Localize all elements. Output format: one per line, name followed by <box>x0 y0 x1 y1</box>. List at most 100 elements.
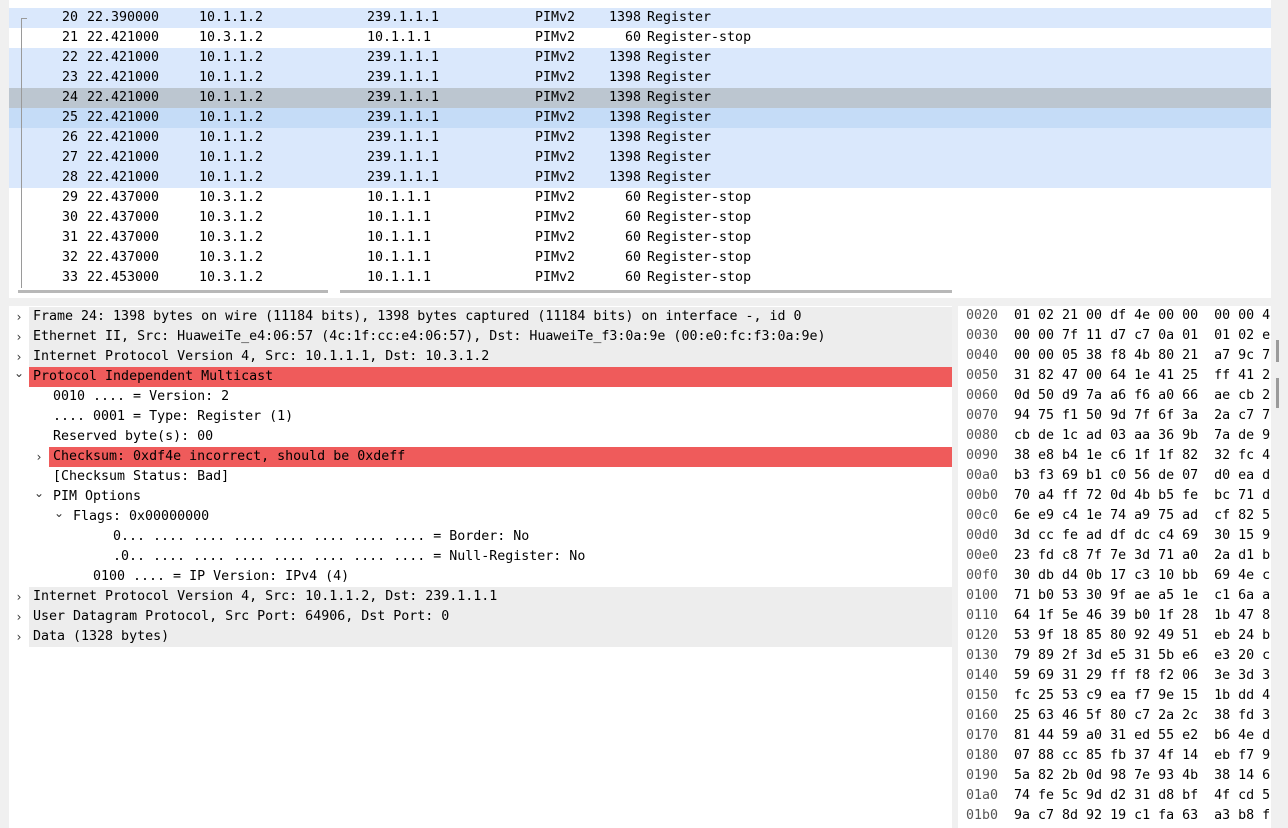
detail-row[interactable]: › Frame 24: 1398 bytes on wire (11184 bit… <box>17 307 952 327</box>
packet-row[interactable]: 22 22.421000 10.1.1.2 239.1.1.1 PIMv2 1398 Reg… <box>9 48 1271 68</box>
packet-cell-dst: 239.1.1.1 <box>367 130 440 145</box>
bytes-row[interactable]: 0030 00 00 7f 11 d7 c7 0a 01 01 02 e <box>958 326 1271 346</box>
chevron-right-icon[interactable]: › <box>33 447 45 467</box>
packet-cell-src: 10.3.1.2 <box>199 30 264 45</box>
bytes-hex: 25 63 46 5f 80 c7 2a 2c 38 fd 3 <box>1014 708 1271 723</box>
detail-row[interactable]: .... 0001 = Type: Register (1) <box>9 407 952 427</box>
bytes-row[interactable]: 0090 38 e8 b4 1e c6 1f 1f 82 32 fc 4 <box>958 446 1271 466</box>
packet-row[interactable]: 33 22.453000 10.3.1.2 10.1.1.1 PIMv2 60 Regist… <box>9 268 1271 288</box>
bytes-row[interactable]: 0170 81 44 59 a0 31 ed 55 e2 b6 4e d <box>958 726 1271 746</box>
packet-bytes-scrollbar[interactable] <box>1271 306 1288 828</box>
bytes-row[interactable]: 0140 59 69 31 29 ff f8 f2 06 3e 3d 3 <box>958 666 1271 686</box>
chevron-right-icon[interactable]: › <box>13 607 25 627</box>
chevron-right-icon[interactable]: › <box>13 347 25 367</box>
packet-cell-len: 60 <box>624 210 641 225</box>
chevron-right-icon[interactable]: › <box>13 307 25 327</box>
bytes-hex: 01 02 21 00 df 4e 00 00 00 00 4 <box>1014 308 1271 323</box>
detail-row[interactable]: Reserved byte(s): 00 <box>9 427 952 447</box>
bytes-row[interactable]: 0180 07 88 cc 85 fb 37 4f 14 eb f7 9 <box>958 746 1271 766</box>
detail-row-label: Frame 24: 1398 bytes on wire (11184 bits… <box>33 309 802 324</box>
bytes-offset: 00e0 <box>966 548 999 563</box>
packet-row[interactable]: 24 22.421000 10.1.1.2 239.1.1.1 PIMv2 1398 Reg… <box>9 88 1271 108</box>
bytes-row[interactable]: 0070 94 75 f1 50 9d 7f 6f 3a 2a c7 7 <box>958 406 1271 426</box>
chevron-right-icon[interactable]: › <box>13 627 25 647</box>
packet-cell-time: 22.421000 <box>87 170 160 185</box>
bytes-row[interactable]: 0020 01 02 21 00 df 4e 00 00 00 00 4 <box>958 306 1271 326</box>
pane-splitter[interactable] <box>0 298 1288 306</box>
packet-bytes-pane[interactable]: 0020 01 02 21 00 df 4e 00 00 00 00 4 0030 0… <box>958 306 1271 828</box>
bytes-row[interactable]: 0040 00 00 05 38 f8 4b 80 21 a7 9c 7 <box>958 346 1271 366</box>
bytes-row[interactable]: 00a0 b3 f3 69 b1 c0 56 de 07 d0 ea d <box>958 466 1271 486</box>
bytes-row[interactable]: 0150 fc 25 53 c9 ea f7 9e 15 1b dd 4 <box>958 686 1271 706</box>
detail-row-label: 0... .... .... .... .... .... .... .... … <box>113 529 530 544</box>
packet-row[interactable]: 21 22.421000 10.3.1.2 10.1.1.1 PIMv2 60 Regist… <box>9 28 1271 48</box>
bytes-row[interactable]: 0130 79 89 2f 3d e5 31 5b e6 e3 20 c <box>958 646 1271 666</box>
detail-row[interactable]: › User Datagram Protocol, Src Port: 64906… <box>17 607 952 627</box>
bytes-row[interactable]: 0100 71 b0 53 30 9f ae a5 1e c1 6a a <box>958 586 1271 606</box>
detail-row[interactable]: 0... .... .... .... .... .... .... .... … <box>9 527 952 547</box>
bytes-offset: 00f0 <box>966 568 999 583</box>
bytes-row[interactable]: 0050 31 82 47 00 64 1e 41 25 ff 41 2 <box>958 366 1271 386</box>
chevron-down-icon[interactable]: ⌄ <box>53 507 65 527</box>
packet-list-scrollbar[interactable] <box>1271 0 1288 298</box>
chevron-right-icon[interactable]: › <box>13 587 25 607</box>
packet-row[interactable]: 27 22.421000 10.1.1.2 239.1.1.1 PIMv2 1398 Reg… <box>9 148 1271 168</box>
chevron-right-icon[interactable]: › <box>13 327 25 347</box>
packet-cell-proto: PIMv2 <box>535 90 576 105</box>
bytes-row[interactable]: 0060 0d 50 d9 7a a6 f6 a0 66 ae cb 2 <box>958 386 1271 406</box>
packet-cell-src: 10.1.1.2 <box>199 130 264 145</box>
packet-list-pane[interactable]: 20 22.390000 10.1.1.2 239.1.1.1 PIMv2 1398 Reg… <box>0 0 1288 298</box>
detail-row-label: .0.. .... .... .... .... .... .... .... … <box>113 549 586 564</box>
detail-row-label: Data (1328 bytes) <box>33 629 170 644</box>
packet-list-hscroll-thumb[interactable] <box>18 290 328 293</box>
bytes-row[interactable]: 01b0 9a c7 8d 92 19 c1 fa 63 a3 b8 f <box>958 806 1271 826</box>
bytes-row[interactable]: 0080 cb de 1c ad 03 aa 36 9b 7a de 9 <box>958 426 1271 446</box>
bytes-row[interactable]: 0110 64 1f 5e 46 39 b0 1f 28 1b 47 8 <box>958 606 1271 626</box>
bytes-row[interactable]: 0120 53 9f 18 85 80 92 49 51 eb 24 b <box>958 626 1271 646</box>
detail-row[interactable]: › Internet Protocol Version 4, Src: 10.1.… <box>17 347 952 367</box>
bytes-row[interactable]: 00c0 6e e9 c4 1e 74 a9 75 ad cf 82 5 <box>958 506 1271 526</box>
detail-row[interactable]: 0010 .... = Version: 2 <box>9 387 952 407</box>
detail-row[interactable]: .0.. .... .... .... .... .... .... .... … <box>9 547 952 567</box>
bytes-row[interactable]: 0190 5a 82 2b 0d 98 7e 93 4b 38 14 6 <box>958 766 1271 786</box>
bytes-row[interactable]: 0160 25 63 46 5f 80 c7 2a 2c 38 fd 3 <box>958 706 1271 726</box>
packet-list-hscroll-track[interactable] <box>340 290 952 293</box>
bytes-offset: 0080 <box>966 428 999 443</box>
bytes-offset: 0120 <box>966 628 999 643</box>
packet-row[interactable]: 20 22.390000 10.1.1.2 239.1.1.1 PIMv2 1398 Reg… <box>9 8 1271 28</box>
bytes-row[interactable]: 00f0 30 db d4 0b 17 c3 10 bb 69 4e c <box>958 566 1271 586</box>
detail-row[interactable]: › Ethernet II, Src: HuaweiTe_e4:06:57 (4c… <box>17 327 952 347</box>
packet-row[interactable]: 23 22.421000 10.1.1.2 239.1.1.1 PIMv2 1398 Reg… <box>9 68 1271 88</box>
detail-row[interactable]: [Checksum Status: Bad] <box>9 467 952 487</box>
packet-row[interactable]: 32 22.437000 10.3.1.2 10.1.1.1 PIMv2 60 Regist… <box>9 248 1271 268</box>
detail-row[interactable]: ⌄ Flags: 0x00000000 <box>9 507 952 527</box>
bytes-row[interactable]: 00b0 70 a4 ff 72 0d 4b b5 fe bc 71 d <box>958 486 1271 506</box>
packet-row[interactable]: 25 22.421000 10.1.1.2 239.1.1.1 PIMv2 1398 Reg… <box>9 108 1271 128</box>
packet-cell-dst: 239.1.1.1 <box>367 50 440 65</box>
detail-row[interactable]: › Internet Protocol Version 4, Src: 10.1.… <box>17 587 952 607</box>
packet-details-pane[interactable]: › Frame 24: 1398 bytes on wire (11184 bit… <box>9 306 952 828</box>
chevron-down-icon[interactable]: ⌄ <box>13 367 25 387</box>
packet-row[interactable]: 31 22.437000 10.3.1.2 10.1.1.1 PIMv2 60 Regist… <box>9 228 1271 248</box>
conversation-start-tick <box>21 18 27 19</box>
detail-row[interactable]: ⌄ PIM Options <box>9 487 952 507</box>
packet-cell-no: 31 <box>61 230 78 245</box>
bytes-scroll-thumb[interactable] <box>1276 378 1279 408</box>
packet-cell-no: 32 <box>61 250 78 265</box>
packet-row[interactable]: 30 22.437000 10.3.1.2 10.1.1.1 PIMv2 60 Regist… <box>9 208 1271 228</box>
chevron-down-icon[interactable]: ⌄ <box>33 487 45 507</box>
packet-cell-time: 22.437000 <box>87 210 160 225</box>
bytes-offset: 0040 <box>966 348 999 363</box>
bytes-offset: 01a0 <box>966 788 999 803</box>
detail-row[interactable]: › Checksum: 0xdf4e incorrect, should be 0… <box>37 447 952 467</box>
packet-row[interactable]: 26 22.421000 10.1.1.2 239.1.1.1 PIMv2 1398 Reg… <box>9 128 1271 148</box>
bytes-row[interactable]: 00e0 23 fd c8 7f 7e 3d 71 a0 2a d1 b <box>958 546 1271 566</box>
bytes-offset: 0090 <box>966 448 999 463</box>
bytes-row[interactable]: 01a0 74 fe 5c 9d d2 31 d8 bf 4f cd 5 <box>958 786 1271 806</box>
packet-row[interactable]: 28 22.421000 10.1.1.2 239.1.1.1 PIMv2 1398 Reg… <box>9 168 1271 188</box>
bytes-row[interactable]: 00d0 3d cc fe ad df dc c4 69 30 15 9 <box>958 526 1271 546</box>
detail-row[interactable]: › Data (1328 bytes) <box>17 627 952 647</box>
detail-row[interactable]: ⌄ Protocol Independent Multicast <box>14 367 952 387</box>
detail-row[interactable]: 0100 .... = IP Version: IPv4 (4) <box>9 567 952 587</box>
packet-row[interactable]: 29 22.437000 10.3.1.2 10.1.1.1 PIMv2 60 Regist… <box>9 188 1271 208</box>
